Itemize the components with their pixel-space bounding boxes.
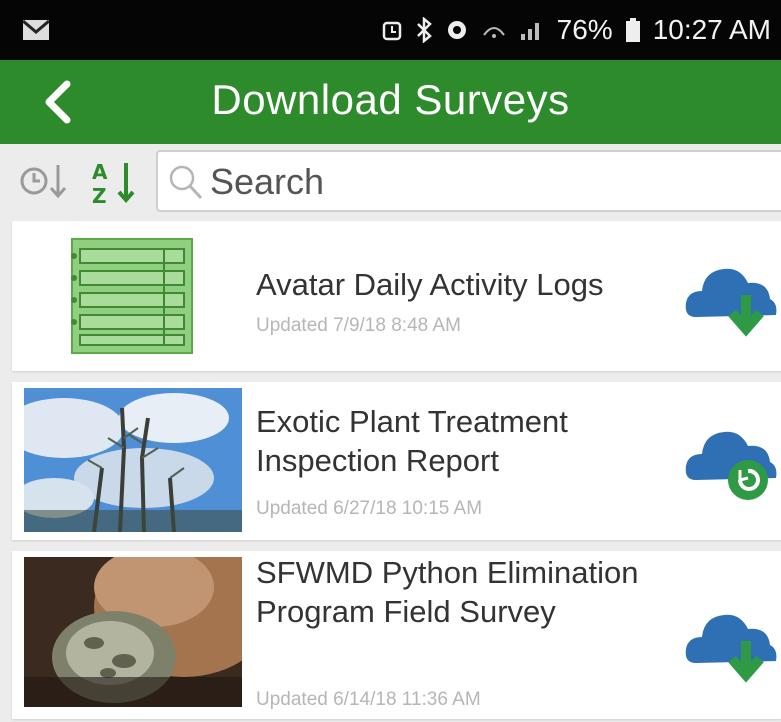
update-survey-button[interactable] [682,418,781,508]
download-survey-button[interactable] [682,597,781,687]
wifi-calling-icon [481,19,507,41]
bluetooth-icon [415,17,433,43]
svg-text:A: A [92,160,108,184]
survey-updated-date: Updated 6/27/18 10:15 AM [256,498,483,519]
sync-icon [445,18,469,42]
survey-thumbnail-python [24,557,242,707]
survey-updated-date: Updated 7/9/18 8:48 AM [256,315,461,336]
svg-text:Z: Z [92,184,107,207]
survey-title: Exotic Plant Treatment Inspection Report [256,404,568,478]
search-input[interactable] [208,158,772,206]
survey-title: SFWMD Python Elimination Program Field S… [256,555,639,629]
survey-updated-date: Updated 6/14/18 11:36 AM [256,689,481,710]
cloud-download-icon [685,614,777,683]
alarm-icon [381,17,403,43]
sort-by-date-button[interactable] [18,156,72,208]
status-bar: 76% 10:27 AM [0,0,781,60]
search-box [156,150,781,212]
sort-by-date-icon [20,165,67,199]
page-title: Download Surveys [211,76,570,123]
survey-thumbnail-trees-sky [24,388,242,532]
battery-percent: 76% [556,14,613,45]
survey-thumbnail-log-sheet [68,237,194,355]
cloud-refresh-icon [685,431,777,500]
survey-card-avatar-daily-activity-logs[interactable]: Avatar Daily Activity Logs Updated 7/9/1… [12,221,781,371]
search-icon [169,165,203,200]
clock: 10:27 AM [652,14,771,45]
download-survey-button[interactable] [682,251,781,341]
battery-icon [625,17,641,43]
app-bar: Download Surveys [0,60,781,144]
sort-alphabetical-button[interactable]: A Z [88,156,144,208]
cloud-download-icon [685,268,777,337]
signal-icon [519,18,545,42]
sort-a-z-icon: A Z [92,160,135,207]
survey-title: Avatar Daily Activity Logs [256,267,604,302]
survey-card-python-elimination[interactable]: SFWMD Python Elimination Program Field S… [12,551,781,719]
mail-notification-icon [22,19,50,41]
survey-card-exotic-plant-treatment[interactable]: Exotic Plant Treatment Inspection Report… [12,382,781,540]
